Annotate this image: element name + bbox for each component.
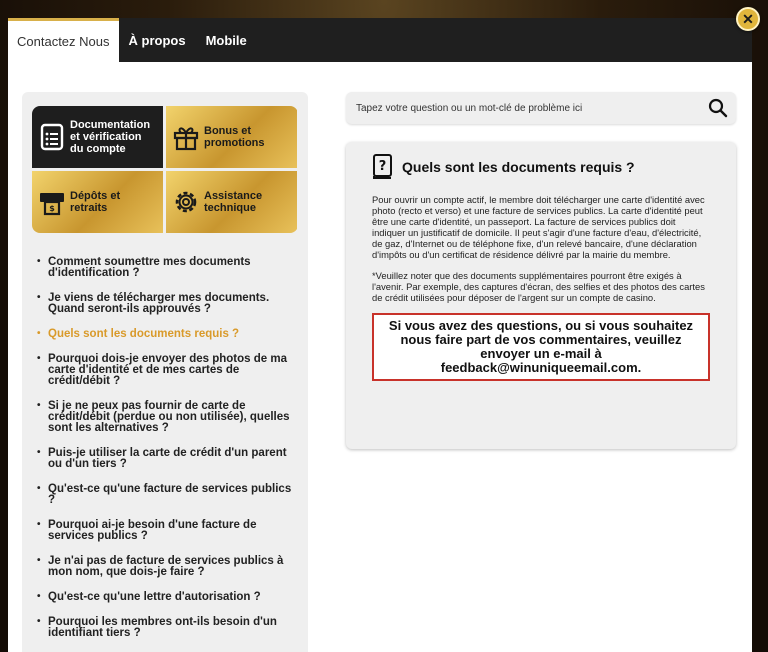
svg-text:$: $ (49, 204, 55, 213)
tab-about[interactable]: À propos (119, 18, 196, 62)
faq-item[interactable]: Je viens de télécharger mes documents. Q… (32, 292, 298, 315)
faq-item[interactable]: Comment soumettre mes documents d'identi… (32, 256, 298, 279)
answer-paragraph: Pour ouvrir un compte actif, le membre d… (372, 194, 705, 260)
answer-note: *Veuillez noter que des documents supplé… (372, 270, 705, 303)
faq-item-active[interactable]: Quels sont les documents requis ? (32, 328, 298, 340)
search-icon[interactable] (708, 98, 728, 118)
help-modal: Contactez Nous À propos Mobile Documenta… (8, 18, 752, 652)
category-label: Documentation et vérification du compte (70, 119, 151, 155)
question-book-icon: ? (373, 154, 392, 179)
category-grid: Documentation et vérification du compte … (32, 106, 298, 233)
search-input[interactable] (356, 102, 708, 114)
gear-icon (175, 191, 197, 213)
atm-icon: $ (40, 193, 64, 216)
search-bar (346, 92, 736, 124)
category-label: Assistance technique (204, 190, 263, 214)
svg-text:?: ? (379, 159, 387, 174)
close-button[interactable]: ✕ (736, 7, 760, 31)
faq-item[interactable]: Pourquoi ai-je besoin d'une facture de s… (32, 519, 298, 542)
faq-item[interactable]: Si je ne peux pas fournir de carte de cr… (32, 400, 298, 434)
gift-icon (173, 127, 199, 151)
faq-item[interactable]: Je n'ai pas de facture de services publi… (32, 555, 298, 578)
category-documentation[interactable]: Documentation et vérification du compte (32, 106, 163, 168)
feedback-notice: Si vous avez des questions, ou si vous s… (372, 313, 710, 381)
category-support[interactable]: Assistance technique (166, 171, 297, 233)
category-label: Bonus et promotions (204, 125, 265, 149)
category-label: Dépôts et retraits (70, 190, 121, 214)
tab-mobile[interactable]: Mobile (196, 18, 257, 62)
faq-item[interactable]: Qu'est-ce qu'une lettre d'autorisation ? (32, 591, 298, 603)
faq-item[interactable]: Pourquoi les membres ont-ils besoin d'un… (32, 616, 298, 639)
category-deposits[interactable]: $ Dépôts et retraits (32, 171, 163, 233)
category-bonus[interactable]: Bonus et promotions (166, 106, 297, 168)
tab-contact[interactable]: Contactez Nous (8, 18, 119, 62)
faq-item[interactable]: Pourquoi dois-je envoyer des photos de m… (32, 353, 298, 387)
answer-title: Quels sont les documents requis ? (402, 159, 635, 175)
faq-item[interactable]: Qu'est-ce qu'une facture de services pub… (32, 483, 298, 506)
tab-bar: Contactez Nous À propos Mobile (8, 18, 752, 62)
document-list-icon (40, 123, 64, 151)
faq-item[interactable]: Puis-je utiliser la carte de crédit d'un… (32, 447, 298, 470)
answer-header: ? Quels sont les documents requis ? (372, 154, 710, 180)
answer-card: ? Quels sont les documents requis ? Pour… (346, 142, 736, 449)
faq-sidebar: Documentation et vérification du compte … (22, 92, 308, 652)
faq-list: Comment soumettre mes documents d'identi… (32, 256, 298, 639)
